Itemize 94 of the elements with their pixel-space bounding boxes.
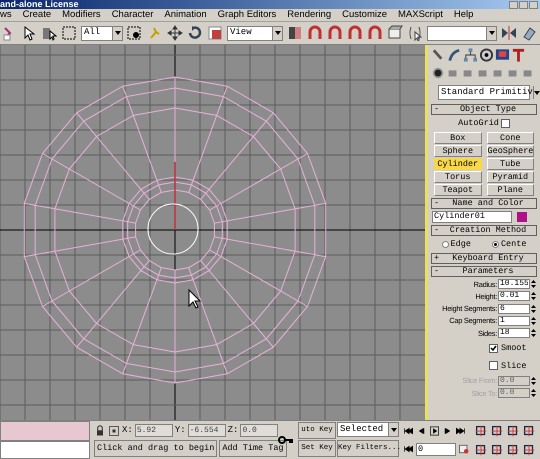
- radio-label: Cente: [500, 238, 526, 250]
- toggle-sign[interactable]: -: [434, 266, 442, 276]
- rollout-header[interactable]: - Name and Color: [431, 198, 537, 209]
- add-time-tag-button[interactable]: Add Time Tag: [219, 440, 287, 457]
- spinner-arrows-icon[interactable]: [531, 316, 536, 326]
- coordinate-field[interactable]: 5.92: [134, 424, 173, 437]
- checkbox[interactable]: [489, 361, 498, 370]
- menu-item[interactable]: Customize: [342, 9, 387, 21]
- coordinate-label: Z:: [228, 424, 238, 437]
- listener-field[interactable]: [0, 421, 90, 441]
- spinner-field[interactable]: 10.155: [498, 279, 530, 290]
- object-type-button[interactable]: Tube: [486, 158, 534, 170]
- viewport[interactable]: [0, 45, 425, 420]
- select-by-name-icon[interactable]: [41, 25, 57, 41]
- menu-item[interactable]: Modifiers: [62, 9, 101, 21]
- rollout-title: Creation Method: [448, 226, 528, 235]
- coordinate-label: Y:: [174, 424, 186, 437]
- spinner-field[interactable]: 1: [498, 316, 530, 326]
- rollout-title: Object Type: [458, 105, 518, 114]
- spinner-arrows-icon[interactable]: [531, 388, 536, 398]
- mirror-icon[interactable]: [501, 25, 517, 41]
- spinner-arrows-icon[interactable]: [531, 291, 536, 302]
- rollout-title: Keyboard Entry: [451, 254, 525, 262]
- object-type-button[interactable]: Cone: [486, 132, 534, 144]
- toggle-sign[interactable]: -: [434, 198, 442, 208]
- coordinate-field[interactable]: 0.0: [240, 424, 278, 437]
- prompt-text: Click and drag to begin: [94, 440, 218, 457]
- radio-button[interactable]: [442, 240, 449, 248]
- radio-button[interactable]: [492, 240, 499, 248]
- angle-snap-icon[interactable]: [327, 25, 343, 41]
- lock-icon[interactable]: [94, 422, 106, 438]
- object-type-button[interactable]: Plane: [486, 184, 534, 196]
- spinner-field[interactable]: 0.01: [498, 291, 530, 302]
- rollout-header[interactable]: - Object Type: [431, 104, 537, 115]
- coordinate-field[interactable]: -6.554: [188, 424, 226, 437]
- scale-icon[interactable]: [207, 25, 223, 41]
- region-select-icon[interactable]: [61, 25, 77, 41]
- menu-item[interactable]: Character: [112, 9, 154, 21]
- spinner-arrows-icon[interactable]: [531, 304, 536, 314]
- named-selection-dropdown[interactable]: [427, 26, 497, 40]
- menu-item[interactable]: Help: [454, 9, 474, 21]
- menu-item[interactable]: Graph Editors: [218, 9, 276, 21]
- checkbox-label: Smoot: [501, 342, 527, 354]
- close-button[interactable]: [529, 0, 538, 8]
- autogrid-label: AutoGrid: [458, 117, 499, 130]
- menu-item[interactable]: ws: [0, 9, 12, 21]
- spinner-arrows-icon[interactable]: [531, 279, 536, 290]
- rollout-header[interactable]: - Creation Method: [431, 224, 537, 236]
- rollout-header[interactable]: - Parameters: [431, 266, 537, 276]
- object-type-button[interactable]: Torus: [434, 170, 482, 183]
- rollout-title: Name and Color: [451, 198, 525, 208]
- object-type-button[interactable]: Sphere: [434, 144, 482, 157]
- object-type-button[interactable]: Box: [434, 132, 482, 144]
- name-field[interactable]: Cylinder01: [432, 210, 512, 223]
- spinner-field[interactable]: 18: [498, 328, 530, 338]
- window-crossing-icon[interactable]: [127, 25, 143, 41]
- spinner-field[interactable]: 6: [498, 304, 530, 314]
- radio-label: Edge: [450, 238, 471, 250]
- object-type-button[interactable]: Teapot: [434, 184, 482, 196]
- rollout-header[interactable]: + Keyboard Entry: [431, 252, 537, 264]
- percent-snap-icon[interactable]: [347, 25, 363, 41]
- menu-item[interactable]: Animation: [164, 9, 207, 21]
- mouse-cursor-icon: [188, 288, 202, 309]
- coordinate-label: X:: [122, 424, 133, 437]
- sphere-icon[interactable]: [431, 65, 445, 81]
- toggle-sign[interactable]: +: [434, 254, 442, 262]
- spinner-arrows-icon[interactable]: [531, 328, 536, 338]
- snap-icon[interactable]: [307, 25, 323, 41]
- toggle-sign[interactable]: -: [434, 105, 442, 114]
- checkbox[interactable]: [489, 344, 498, 353]
- key-mode-dropdown[interactable]: Selected: [337, 422, 399, 437]
- minimize-button[interactable]: [509, 0, 518, 8]
- color-swatch[interactable]: [517, 212, 527, 222]
- object-type-button[interactable]: Cylinder: [434, 158, 482, 170]
- checkbox[interactable]: [500, 118, 510, 128]
- frame-field[interactable]: 0: [416, 442, 456, 456]
- reference-coordinate-dropdown[interactable]: View: [227, 26, 283, 40]
- window-title: and-alone License: [0, 0, 79, 8]
- menu-item[interactable]: MAXScript: [398, 9, 443, 21]
- object-type-button[interactable]: Pyramid: [486, 170, 534, 183]
- hierarchy-tab-icon[interactable]: [463, 47, 478, 63]
- menu-item[interactable]: Rendering: [287, 9, 332, 21]
- maximize-button[interactable]: [519, 0, 528, 8]
- checkbox-label: Slice: [501, 360, 527, 372]
- rollout-title: Parameters: [461, 266, 514, 276]
- object-type-button[interactable]: GeoSphere: [486, 144, 534, 157]
- spinner-snap-icon[interactable]: [367, 25, 383, 41]
- spinner-arrows-icon[interactable]: [531, 376, 536, 386]
- selection-filter-dropdown[interactable]: All: [81, 26, 123, 40]
- toggle-sign[interactable]: -: [434, 226, 442, 235]
- named-selection-icon[interactable]: [407, 25, 423, 41]
- move-icon[interactable]: [167, 25, 183, 41]
- rotate-icon[interactable]: [187, 25, 203, 41]
- menu-item[interactable]: Create: [22, 9, 52, 21]
